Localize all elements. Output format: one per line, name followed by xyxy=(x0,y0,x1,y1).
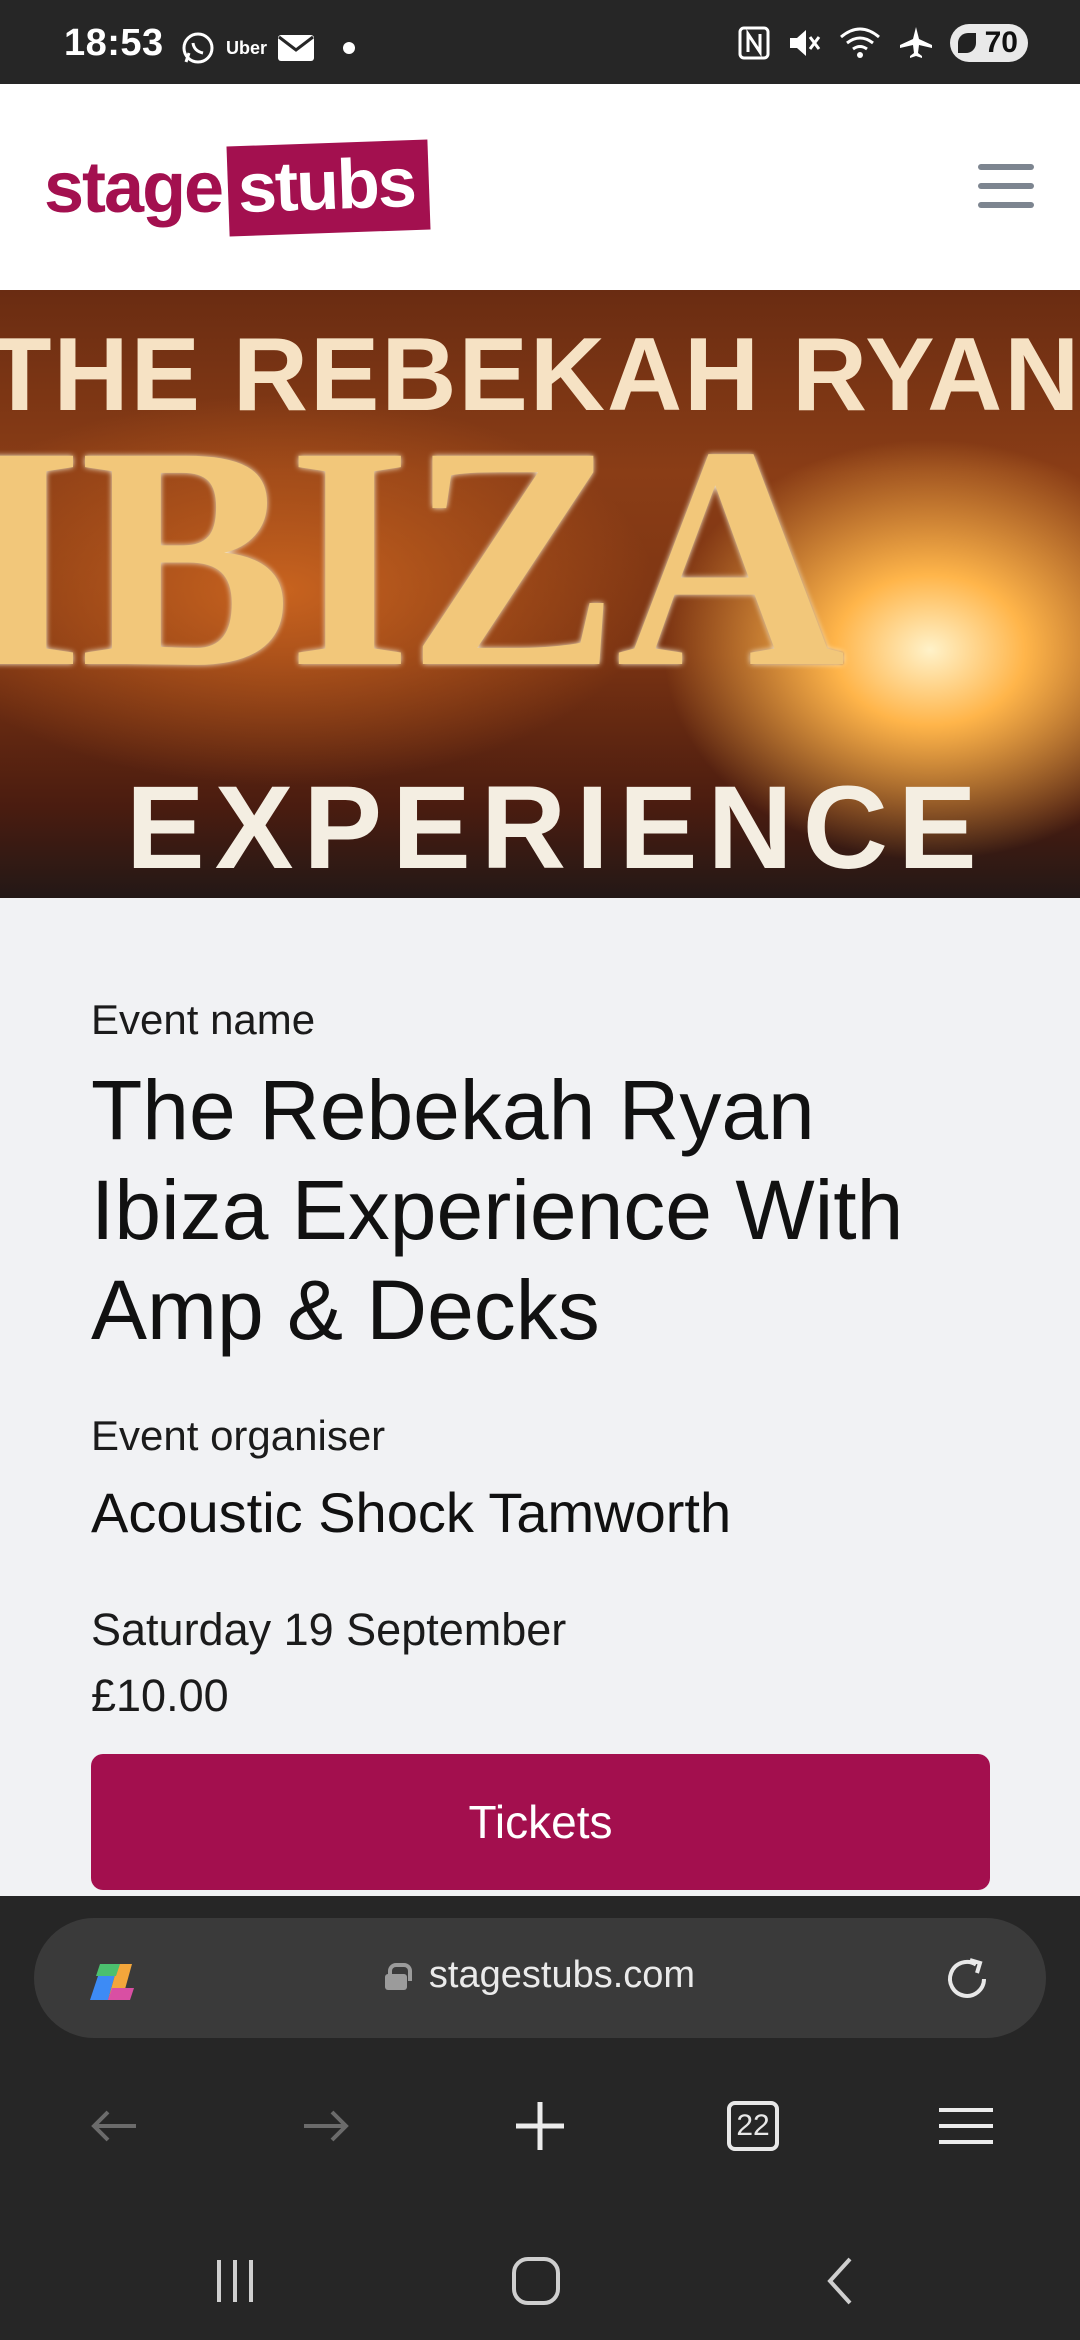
notification-icons: Uber xyxy=(180,30,356,66)
event-organiser-name[interactable]: Acoustic Shock Tamworth xyxy=(91,1480,731,1545)
battery-indicator: 70 xyxy=(950,24,1028,62)
tab-count: 22 xyxy=(727,2101,779,2151)
address-bar[interactable]: stagestubs.com xyxy=(34,1918,1046,2038)
event-price: £10.00 xyxy=(91,1670,229,1721)
status-bar: 18:53 Uber 70 xyxy=(0,0,1080,84)
uber-icon: Uber xyxy=(226,37,268,58)
lock-icon xyxy=(384,1962,412,1990)
browser-nav-row: 22 xyxy=(0,2086,1080,2166)
banner-line-2: IBIZA xyxy=(0,381,845,733)
url-display: stagestubs.com xyxy=(34,1954,1046,1997)
url-text: stagestubs.com xyxy=(428,1954,696,1996)
event-date: Saturday 19 September xyxy=(91,1604,567,1655)
system-status-icons: 70 xyxy=(738,24,1028,62)
system-navigation-bar xyxy=(0,2236,1080,2326)
menu-icon[interactable] xyxy=(916,2086,1016,2166)
airplane-icon xyxy=(900,27,932,58)
event-details: Event name The Rebekah Ryan Ibiza Experi… xyxy=(0,898,1080,1896)
tabs-icon[interactable]: 22 xyxy=(703,2086,803,2166)
logo-text-stubs: stubs xyxy=(226,139,431,237)
new-tab-icon[interactable] xyxy=(490,2086,590,2166)
wifi-icon xyxy=(840,27,880,58)
hamburger-line xyxy=(978,183,1034,189)
status-time: 18:53 xyxy=(64,22,164,64)
home-icon[interactable] xyxy=(491,2236,581,2326)
site-header: stage stubs xyxy=(0,84,1080,290)
event-organiser-label: Event organiser xyxy=(91,1412,386,1459)
whatsapp-icon xyxy=(182,32,214,64)
event-name-label: Event name xyxy=(91,996,316,1043)
mute-icon xyxy=(790,30,821,56)
hamburger-line xyxy=(978,164,1034,170)
hamburger-line xyxy=(978,202,1034,208)
event-banner-image: THE REBEKAH RYAN IBIZA EXPERIENCE xyxy=(0,290,1080,898)
nfc-icon xyxy=(738,26,770,60)
recents-icon[interactable] xyxy=(190,2236,280,2326)
reload-icon[interactable] xyxy=(940,1952,994,2006)
back-icon[interactable] xyxy=(795,2236,885,2326)
mail-icon xyxy=(278,35,315,61)
banner-line-3: EXPERIENCE xyxy=(126,762,987,894)
browser-toolbar: stagestubs.com 22 xyxy=(0,1896,1080,2340)
hamburger-icon[interactable] xyxy=(978,164,1034,208)
event-title: The Rebekah Ryan Ibiza Experience With A… xyxy=(91,1063,904,1357)
forward-icon[interactable] xyxy=(276,2086,376,2166)
stagestubs-logo[interactable]: stage stubs xyxy=(44,136,431,240)
logo-text-stage: stage xyxy=(44,148,224,228)
dot-icon xyxy=(343,42,356,54)
back-icon[interactable] xyxy=(64,2086,164,2166)
tickets-button[interactable]: Tickets xyxy=(91,1754,990,1890)
